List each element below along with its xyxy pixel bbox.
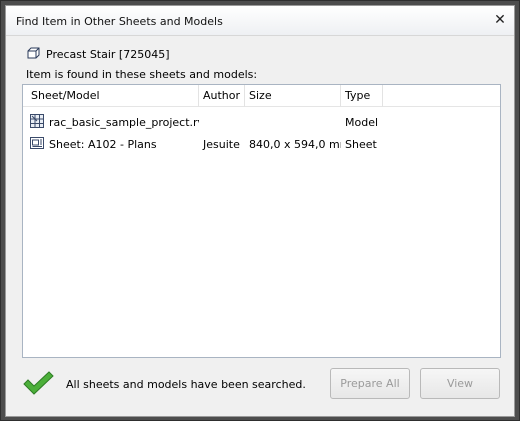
column-header-sheet-model[interactable]: Sheet/Model [23,85,199,107]
item-name: Precast Stair [725045] [46,47,170,61]
table-row[interactable]: Sheet: A102 - Plans Jesuite 840,0 x 594,… [23,133,500,155]
dialog-window: Find Item in Other Sheets and Models ✕ P… [0,0,520,421]
row-author: Jesuite [203,137,240,151]
status-text: All sheets and models have been searched… [66,377,306,391]
column-header-author[interactable]: Author [199,85,245,107]
sheets-models-list[interactable]: Sheet/Model Author Size Type rac_basic_s… [22,84,501,358]
status-area: All sheets and models have been searched… [22,368,306,400]
found-label: Item is found in these sheets and models… [26,68,258,81]
row-type: Model [345,115,379,129]
sheet-icon [29,135,45,154]
column-header-type[interactable]: Type [341,85,383,107]
dialog-frame: Find Item in Other Sheets and Models ✕ P… [5,5,515,417]
row-name: rac_basic_sample_project.rvt [49,115,199,129]
model-icon [29,113,45,132]
row-type: Sheet [345,137,377,151]
title-bar[interactable]: Find Item in Other Sheets and Models ✕ [6,6,514,36]
prepare-all-button[interactable]: Prepare All [330,368,410,399]
table-row[interactable]: rac_basic_sample_project.rvt Model [23,111,500,133]
list-header: Sheet/Model Author Size Type [23,85,500,107]
row-name: Sheet: A102 - Plans [49,137,157,151]
close-icon[interactable]: ✕ [492,12,508,28]
stair-element-icon [26,47,40,62]
searched-item: Precast Stair [725045] [26,46,170,62]
view-button[interactable]: View [420,368,500,399]
row-name-cell: Sheet: A102 - Plans [23,135,199,154]
column-header-size[interactable]: Size [245,85,341,107]
window-title: Find Item in Other Sheets and Models [16,15,223,28]
checkmark-icon [22,370,54,399]
row-size: 840,0 x 594,0 mm [249,137,341,151]
row-name-cell: rac_basic_sample_project.rvt [23,113,199,132]
